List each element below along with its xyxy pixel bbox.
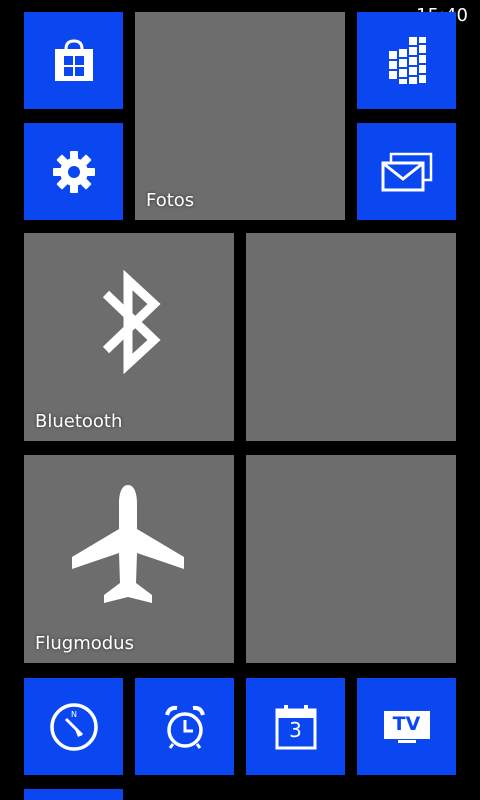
alarm-clock-icon [135,678,234,775]
tile-tv[interactable]: TV [357,678,456,775]
calendar-day: 3 [289,718,302,742]
tile-label-flugmodus: Flugmodus [35,633,134,654]
tile-store[interactable] [24,12,123,109]
tile-label-fotos: Fotos [146,190,195,211]
tile-flugmodus[interactable]: Flugmodus [24,455,234,663]
svg-text:N: N [71,710,77,719]
tile-label-bluetooth: Bluetooth [35,411,123,432]
tile-settings[interactable] [24,123,123,220]
start-screen: 15:40 Fotos [0,0,480,800]
bluetooth-icon [24,233,234,441]
tile-fotos[interactable]: Fotos [135,12,345,220]
compass-icon: N [24,678,123,775]
tile-messaging[interactable] [357,123,456,220]
gear-icon [24,123,123,220]
tile-bluetooth[interactable]: Bluetooth [24,233,234,441]
store-bag-icon [24,12,123,109]
tile-photo-angel-bottom[interactable] [246,455,456,663]
tv-text: TV [392,713,421,735]
airplane-icon [24,455,234,663]
tile-compass[interactable]: N [24,678,123,775]
tile-office[interactable] [357,12,456,109]
tile-photo-angel-top[interactable] [246,233,456,441]
tile-calendar[interactable]: 3 [246,678,345,775]
office-grid-icon [357,12,456,109]
tile-alarm[interactable] [135,678,234,775]
tile-partial-bottom[interactable] [24,789,123,800]
envelope-icon [357,123,456,220]
